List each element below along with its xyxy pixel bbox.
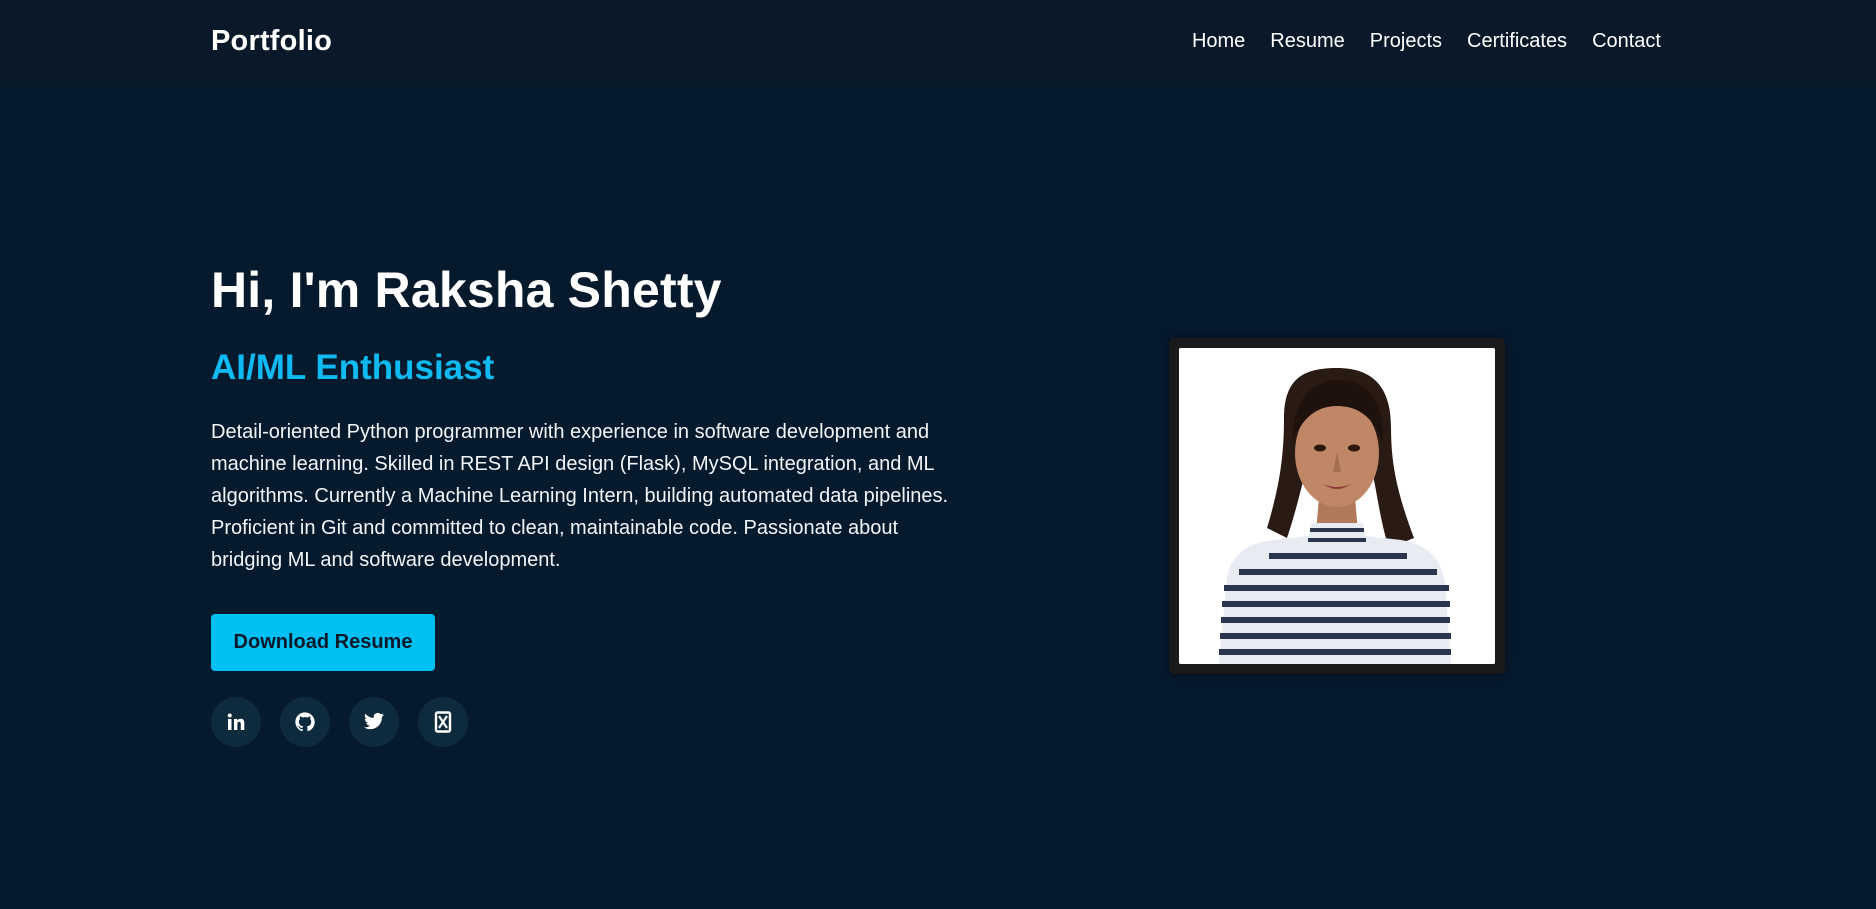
github-icon: [294, 711, 316, 733]
linkedin-button[interactable]: [211, 696, 261, 747]
hero-section: Hi, I'm Raksha Shetty AI/ML Enthusiast D…: [211, 262, 971, 747]
social-links: [211, 696, 971, 747]
profile-photo-frame: [1169, 338, 1505, 674]
hero-description: Detail-oriented Python programmer with e…: [211, 420, 949, 571]
linkedin-icon: [226, 712, 246, 732]
nav-link-certificates[interactable]: Certificates: [1467, 30, 1567, 53]
navbar: Portfolio Home Resume Projects Certifica…: [0, 0, 1876, 86]
nav-link-contact[interactable]: Contact: [1592, 30, 1661, 53]
profile-photo: [1179, 348, 1495, 664]
hero-title: Hi, I'm Raksha Shetty: [211, 262, 722, 318]
twitter-icon: [363, 712, 385, 732]
download-resume-button[interactable]: Download Resume: [211, 613, 435, 671]
twitter-button[interactable]: [349, 696, 399, 747]
nav-link-projects[interactable]: Projects: [1370, 30, 1442, 53]
github-button[interactable]: [280, 696, 330, 747]
nav-links: Home Resume Projects Certificates Contac…: [1192, 30, 1661, 53]
brand-logo[interactable]: Portfolio: [211, 25, 332, 58]
hero-subtitle: AI/ML Enthusiast: [211, 347, 495, 387]
profile-photo-illustration: [1179, 348, 1495, 664]
nav-link-resume[interactable]: Resume: [1270, 30, 1344, 53]
kaggle-button[interactable]: [418, 696, 468, 747]
kaggle-icon: [434, 710, 452, 733]
nav-link-home[interactable]: Home: [1192, 30, 1245, 53]
